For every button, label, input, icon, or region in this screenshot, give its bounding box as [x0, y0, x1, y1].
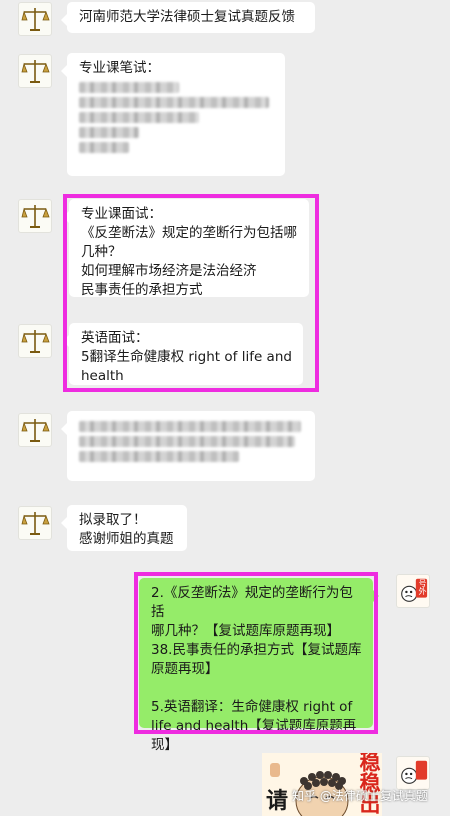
scales-icon	[21, 205, 50, 228]
scales-icon	[21, 60, 50, 83]
blurred-text	[79, 436, 295, 447]
message-bubble-english-interview[interactable]: 英语面试： 5翻译生命健康权 right of life and health	[63, 323, 303, 385]
message-bubble-blurred[interactable]	[61, 411, 315, 481]
sticker-char-right: 稳稳出	[357, 753, 381, 814]
message-text: 原题再现】	[151, 661, 219, 677]
contact-avatar[interactable]	[18, 324, 52, 358]
message-bubble-professional-interview[interactable]: 专业课面试： 《反垄断法》规定的垄断行为包括哪 几种？ 如何理解市场经济是法治经…	[63, 199, 309, 298]
scales-icon	[21, 512, 50, 535]
watermark: 知乎 @法律硕士复试真题	[292, 789, 428, 803]
contact-avatar[interactable]	[18, 54, 52, 88]
message-text: 专业课面试：	[81, 206, 162, 222]
message-text: 几种？	[81, 244, 122, 260]
blurred-text	[79, 421, 301, 432]
message-text: 5.英语翻译：生命健康权 right of	[151, 699, 353, 715]
message-text: 哪几种？【复试题库原题再现】	[151, 623, 340, 639]
message-text: 《反垄断法》规定的垄断行为包括哪	[81, 225, 297, 241]
message-bubble-self-summary[interactable]: 2.《反垄断法》规定的垄断行为包括 哪几种？【复试题库原题再现】 38.民事责任…	[139, 578, 379, 753]
self-avatar-label: 号外	[418, 579, 427, 595]
message-text: 民事责任的承担方式	[81, 282, 203, 298]
message-bubble-admitted[interactable]: 拟录取了！ 感谢师姐的真题	[61, 505, 187, 551]
scales-icon	[21, 330, 50, 353]
message-text: 2.《反垄断法》规定的垄断行为包括	[151, 585, 353, 620]
blurred-text	[79, 82, 179, 93]
self-avatar[interactable]: 号外	[396, 574, 430, 608]
message-text: 感谢师姐的真题	[79, 531, 174, 547]
message-text: 河南师范大学法律硕士复试真题反馈	[79, 9, 295, 25]
contact-avatar[interactable]	[18, 506, 52, 540]
message-text	[151, 679, 363, 698]
blurred-text	[79, 127, 139, 138]
scales-icon	[21, 419, 50, 442]
message-text: 英语面试：	[81, 330, 149, 346]
message-bubble-title[interactable]: 河南师范大学法律硕士复试真题反馈	[61, 2, 315, 33]
message-bubble-written-exam[interactable]: 专业课笔试：	[61, 53, 285, 176]
message-text: 拟录取了！	[79, 512, 147, 528]
message-text: health	[81, 368, 124, 384]
blurred-text	[79, 142, 129, 153]
message-text: life and health【复试题库原题再	[151, 718, 357, 734]
message-text: 如何理解市场经济是法治经济	[81, 263, 257, 279]
cartoon-face-icon	[401, 760, 428, 784]
contact-avatar[interactable]	[18, 413, 52, 447]
scales-icon	[21, 8, 50, 31]
self-avatar[interactable]	[396, 756, 430, 790]
contact-avatar[interactable]	[18, 199, 52, 233]
message-text: 38.民事责任的承担方式【复试题库	[151, 642, 362, 658]
blurred-text	[79, 451, 239, 462]
contact-avatar[interactable]	[18, 2, 52, 36]
buddha-sticker[interactable]: 请 稳稳出	[262, 753, 382, 816]
blurred-text	[79, 112, 199, 123]
message-text: 5翻译生命健康权 right of life and	[81, 349, 292, 365]
blurred-text	[79, 97, 269, 108]
message-text: 专业课笔试：	[79, 60, 160, 76]
sticker-char-left: 请	[266, 789, 289, 814]
